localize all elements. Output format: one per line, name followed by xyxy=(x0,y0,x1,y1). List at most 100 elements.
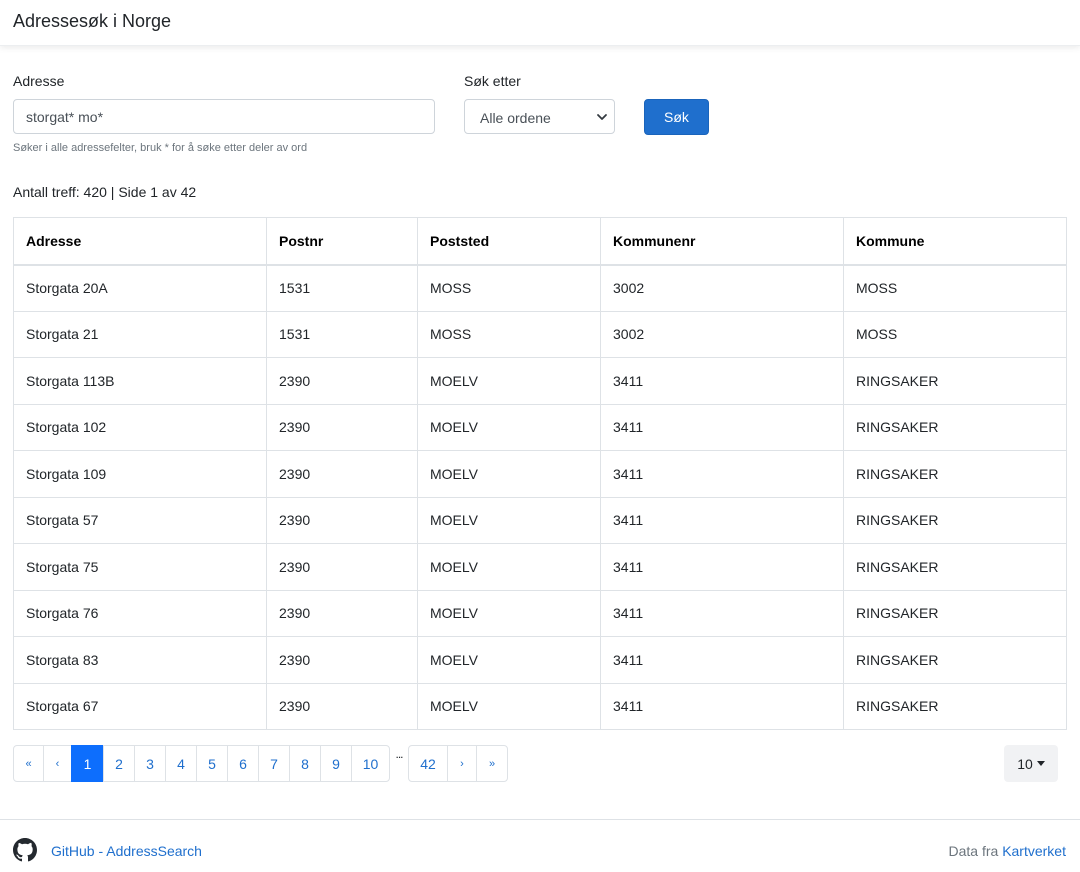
cell-adresse: Storgata 83 xyxy=(13,636,267,684)
chevron-down-icon xyxy=(597,114,607,120)
cell-kommune: MOSS xyxy=(843,264,1067,312)
table-row: Storgata 67 2390 MOELV 3411 RINGSAKER xyxy=(13,682,1067,730)
page-link-5[interactable]: 5 xyxy=(196,745,228,782)
cell-postnr: 2390 xyxy=(266,357,418,405)
cell-kommune: RINGSAKER xyxy=(843,636,1067,684)
cell-postnr: 2390 xyxy=(266,682,418,730)
address-help-text: Søker i alle adressefelter, bruk * for å… xyxy=(13,142,308,154)
cell-kommune: RINGSAKER xyxy=(843,682,1067,730)
search-mode-value: Alle ordene xyxy=(480,110,551,126)
github-icon[interactable] xyxy=(13,838,37,862)
cell-postnr: 2390 xyxy=(266,496,418,544)
cell-kommune: RINGSAKER xyxy=(843,543,1067,591)
cell-adresse: Storgata 21 xyxy=(13,310,267,358)
cell-kommunenr: 3411 xyxy=(600,403,844,451)
cell-poststed: MOSS xyxy=(417,264,601,312)
page-link-9[interactable]: 9 xyxy=(320,745,352,782)
cell-kommune: RINGSAKER xyxy=(843,589,1067,637)
cell-poststed: MOELV xyxy=(417,357,601,405)
cell-kommunenr: 3411 xyxy=(600,496,844,544)
cell-poststed: MOELV xyxy=(417,496,601,544)
cell-postnr: 2390 xyxy=(266,450,418,498)
cell-postnr: 1531 xyxy=(266,264,418,312)
page-link-2[interactable]: 2 xyxy=(103,745,135,782)
table-row: Storgata 57 2390 MOELV 3411 RINGSAKER xyxy=(13,496,1067,544)
cell-postnr: 2390 xyxy=(266,589,418,637)
search-button[interactable]: Søk xyxy=(644,99,709,135)
cell-poststed: MOELV xyxy=(417,682,601,730)
page-size-dropdown[interactable]: 10 xyxy=(1004,745,1058,782)
cell-adresse: Storgata 67 xyxy=(13,682,267,730)
first-page-button[interactable]: « xyxy=(13,745,44,782)
table-row: Storgata 109 2390 MOELV 3411 RINGSAKER xyxy=(13,450,1067,498)
cell-kommune: RINGSAKER xyxy=(843,450,1067,498)
table-row: Storgata 113B 2390 MOELV 3411 RINGSAKER xyxy=(13,357,1067,405)
cell-kommunenr: 3411 xyxy=(600,636,844,684)
app-title[interactable]: Adressesøk i Norge xyxy=(13,11,171,32)
cell-postnr: 2390 xyxy=(266,543,418,591)
cell-kommune: MOSS xyxy=(843,310,1067,358)
column-header-postnr: Postnr xyxy=(266,217,418,266)
next-page-button[interactable]: › xyxy=(447,745,477,782)
search-mode-label: Søk etter xyxy=(464,73,521,89)
page-link-3[interactable]: 3 xyxy=(134,745,166,782)
table-row: Storgata 21 1531 MOSS 3002 MOSS xyxy=(13,310,1067,358)
cell-adresse: Storgata 20A xyxy=(13,264,267,312)
data-credit: Data fra Kartverket xyxy=(948,843,1066,859)
cell-adresse: Storgata 75 xyxy=(13,543,267,591)
page-link-42[interactable]: 42 xyxy=(408,745,448,782)
page-link-4[interactable]: 4 xyxy=(165,745,197,782)
cell-poststed: MOELV xyxy=(417,543,601,591)
results-summary: Antall treff: 420 | Side 1 av 42 xyxy=(13,184,197,200)
pagination-ellipsis: ... xyxy=(395,747,403,761)
cell-adresse: Storgata 102 xyxy=(13,403,267,451)
credit-prefix: Data fra xyxy=(948,843,999,859)
cell-kommunenr: 3411 xyxy=(600,357,844,405)
page-link-8[interactable]: 8 xyxy=(289,745,321,782)
cell-kommunenr: 3411 xyxy=(600,589,844,637)
cell-kommunenr: 3411 xyxy=(600,682,844,730)
caret-down-icon xyxy=(1036,761,1045,766)
column-header-adresse: Adresse xyxy=(13,217,267,266)
cell-kommune: RINGSAKER xyxy=(843,357,1067,405)
cell-kommunenr: 3411 xyxy=(600,543,844,591)
table-row: Storgata 102 2390 MOELV 3411 RINGSAKER xyxy=(13,403,1067,451)
table-row: Storgata 76 2390 MOELV 3411 RINGSAKER xyxy=(13,589,1067,637)
page-link-7[interactable]: 7 xyxy=(258,745,290,782)
cell-postnr: 1531 xyxy=(266,310,418,358)
cell-kommunenr: 3002 xyxy=(600,264,844,312)
cell-poststed: MOELV xyxy=(417,450,601,498)
cell-kommunenr: 3002 xyxy=(600,310,844,358)
cell-adresse: Storgata 57 xyxy=(13,496,267,544)
page-size-value: 10 xyxy=(1017,755,1033,772)
cell-postnr: 2390 xyxy=(266,636,418,684)
top-navbar: Adressesøk i Norge xyxy=(0,0,1080,46)
table-row: Storgata 75 2390 MOELV 3411 RINGSAKER xyxy=(13,543,1067,591)
cell-poststed: MOELV xyxy=(417,403,601,451)
cell-poststed: MOELV xyxy=(417,589,601,637)
previous-page-button[interactable]: ‹ xyxy=(43,745,72,782)
last-page-button[interactable]: » xyxy=(476,745,508,782)
table-row: Storgata 20A 1531 MOSS 3002 MOSS xyxy=(13,264,1067,312)
cell-adresse: Storgata 76 xyxy=(13,589,267,637)
page-link-1[interactable]: 1 xyxy=(71,745,104,782)
page-link-10[interactable]: 10 xyxy=(351,745,390,782)
cell-poststed: MOSS xyxy=(417,310,601,358)
cell-kommunenr: 3411 xyxy=(600,450,844,498)
search-mode-select[interactable]: Alle ordene xyxy=(464,99,615,134)
pagination: « ‹ 1 2 3 4 5 6 7 8 9 10 ... 42 › » xyxy=(13,745,508,782)
table-header-row: Adresse Postnr Poststed Kommunenr Kommun… xyxy=(13,217,1067,266)
cell-poststed: MOELV xyxy=(417,636,601,684)
cell-kommune: RINGSAKER xyxy=(843,403,1067,451)
cell-adresse: Storgata 109 xyxy=(13,450,267,498)
address-label: Adresse xyxy=(13,73,65,89)
github-link[interactable]: GitHub - AddressSearch xyxy=(51,843,202,859)
cell-kommune: RINGSAKER xyxy=(843,496,1067,544)
results-table: Adresse Postnr Poststed Kommunenr Kommun… xyxy=(13,217,1067,730)
cell-postnr: 2390 xyxy=(266,403,418,451)
column-header-kommunenr: Kommunenr xyxy=(600,217,844,266)
page-link-6[interactable]: 6 xyxy=(227,745,259,782)
kartverket-link[interactable]: Kartverket xyxy=(1002,843,1066,859)
cell-adresse: Storgata 113B xyxy=(13,357,267,405)
address-input[interactable] xyxy=(13,99,435,134)
